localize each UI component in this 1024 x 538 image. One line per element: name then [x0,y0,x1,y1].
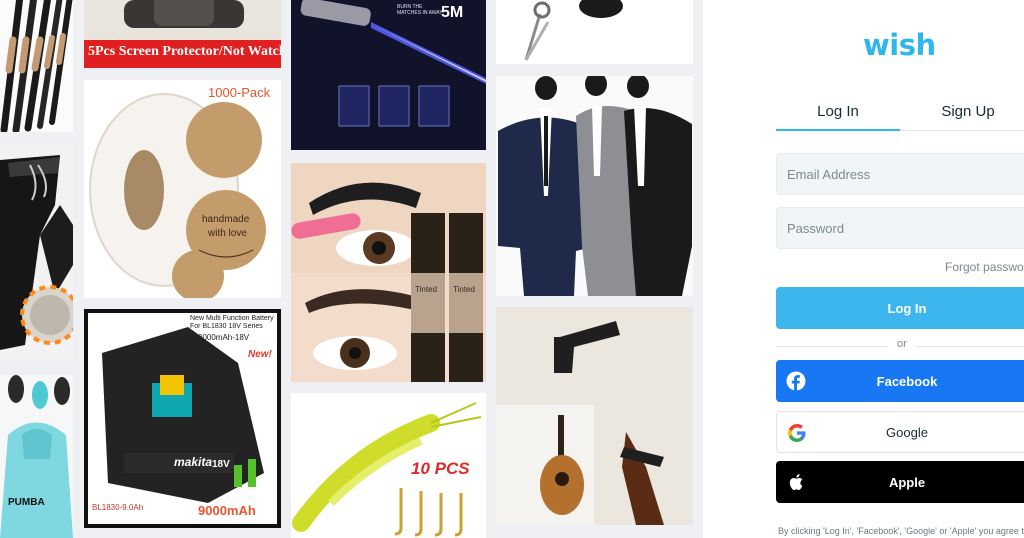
laser-banner-big-text: 5M [441,4,464,21]
password-field[interactable] [776,207,1024,249]
stickers-pack-badge: 1000-Pack [208,85,271,100]
log-in-button[interactable]: Log In [776,287,1024,329]
laser-pointer-image [291,0,486,150]
sticker-text-line-1: handmade [202,214,250,225]
product-tile-watch-protector[interactable]: 5Pcs Screen Protector/Not Watch [84,0,281,68]
battery-spec-text: New Multi Function Battery For BL1830 18… [190,315,274,330]
battery-brand-label: makita [174,455,213,469]
hoodie-brand-label: PUMBA [8,497,45,508]
makeup-brushes-image [0,0,73,132]
tab-log-in[interactable]: Log In [776,92,900,130]
guitar-hanger-image [496,307,693,525]
product-tile-hoodie[interactable]: PUMBA [0,375,73,538]
tab-sign-up[interactable]: Sign Up [900,92,1024,130]
battery-new-badge: New! [248,349,272,360]
battery-volt-label: 18V [212,459,230,470]
terms-text: By clicking 'Log In', 'Facebook', 'Googl… [778,526,1024,536]
tint-label-right: Tinted [453,285,475,294]
login-panel: wish Log In Sign Up Forgot password Log … [703,0,1024,538]
product-tile-fleece-pants[interactable] [0,145,73,360]
product-tile-laser-pointer[interactable]: BURN THE MATCHES IN AWAY 5M [291,0,486,150]
or-label: or [897,338,907,350]
product-tile-kraft-stickers[interactable]: 1000-Pack handmade with love [84,80,281,298]
product-tile-shrimp-lures[interactable]: 10 PCS [291,393,486,538]
shrimp-count-label: 10 PCS [411,459,470,478]
password-input[interactable] [777,208,1024,248]
apple-button-label: Apple [888,474,926,490]
facebook-button-label: Facebook [876,373,938,389]
or-divider: or [776,337,1024,355]
hoodie-image: PUMBA [0,375,73,538]
forgot-password-link[interactable]: Forgot password [945,260,1024,274]
email-field[interactable] [776,153,1024,195]
watch-banner-text: 5Pcs Screen Protector/Not Watch [88,44,281,59]
active-tab-indicator [776,129,900,131]
apple-icon [789,474,803,490]
tint-label-left: Tinted [415,285,437,294]
wish-logo[interactable]: wish [863,28,936,62]
auth-tabs: Log In Sign Up [776,92,1024,132]
product-tile-brow-tint[interactable]: Tinted Tinted [291,163,486,382]
google-login-button[interactable]: Google [776,411,1024,453]
makita-battery-image [88,313,277,524]
email-input[interactable] [777,154,1024,194]
product-tile-makita-battery[interactable]: New Multi Function Battery For BL1830 18… [84,309,281,528]
fleece-pants-image [0,145,73,360]
battery-model-label: BL1830-9.0Ah [92,503,144,512]
product-tile-guitar-hanger[interactable] [496,307,693,525]
product-collage: PUMBA 5Pcs Screen Protector/Not Watch 10… [0,0,703,538]
kraft-stickers-image [89,93,266,298]
apple-login-button[interactable]: Apple [776,461,1024,503]
scissors-image [524,0,623,61]
google-icon [788,424,806,442]
facebook-icon [786,371,806,391]
mens-suits-image [498,76,692,296]
sticker-text-line-2: with love [208,228,247,239]
product-tile-mens-suits[interactable] [496,76,693,296]
or-line-right [916,346,1024,347]
terms-notice: By clicking 'Log In', 'Facebook', 'Googl… [778,526,1024,536]
brow-tint-image [291,163,486,382]
product-tile-makeup-brushes[interactable] [0,0,73,132]
google-button-label: Google [886,424,928,440]
laser-banner-small-text: BURN THE MATCHES IN AWAY [397,4,443,16]
battery-capacity-top-text: 9000mAh-18V [198,333,250,342]
battery-capacity-label: 9000mAh [198,503,256,518]
or-line-left [776,346,888,347]
product-tile-scissors[interactable] [496,0,693,64]
facebook-login-button[interactable]: Facebook [776,360,1024,402]
